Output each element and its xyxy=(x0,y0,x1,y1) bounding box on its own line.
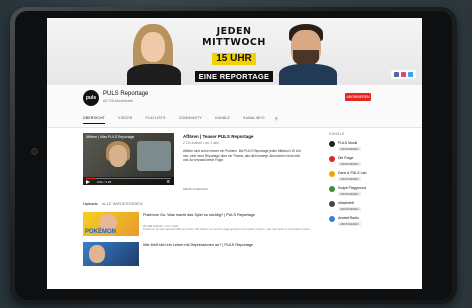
featured-video-player[interactable]: Affären | Was PULS Reportage 0:01 / 1:23… xyxy=(83,133,174,185)
sidebar-subscribe-button[interactable]: ABONNIEREN xyxy=(338,222,361,226)
sidebar-channel[interactable]: Anstalt Radio ABONNIEREN xyxy=(329,215,399,230)
host-woman-face xyxy=(141,32,165,62)
channel-avatar-icon[interactable] xyxy=(329,171,335,177)
slogan-line-3: 15 UHR xyxy=(212,53,256,65)
social-links[interactable] xyxy=(391,70,416,79)
tab-community[interactable]: COMMUNITY xyxy=(179,116,202,124)
video-overlay-title: Affären | Was PULS Reportage xyxy=(86,135,135,139)
featured-video-title[interactable]: Affären | Teaser PULS Reportage xyxy=(183,134,253,139)
channel-tabs: ÜBERSICHT VIDEOS PLAYLISTS COMMUNITY KAN… xyxy=(83,116,278,124)
list-video-title[interactable]: Pokémon Go: Was macht das Spiel so sücht… xyxy=(143,213,315,218)
featured-video-description: Affären sind schon immer ein Problem. Be… xyxy=(183,149,301,163)
featured-channels-sidebar: KANÄLE PULS Musik ABONNIEREN Die Frage A… xyxy=(329,132,399,230)
sidebar-subscribe-button[interactable]: ABONNIEREN xyxy=(338,147,361,151)
sidebar-channel-name[interactable]: Dans & PULS Lab xyxy=(338,171,366,175)
instagram-icon[interactable] xyxy=(401,72,406,77)
channel-avatar-icon[interactable] xyxy=(329,156,335,162)
camera-icon xyxy=(32,149,37,154)
list-item[interactable]: Wie fühlt sich ein Leben mit Depressione… xyxy=(83,242,315,266)
gear-icon[interactable]: ⚙ xyxy=(166,179,170,184)
list-video-title[interactable]: Wie fühlt sich ein Leben mit Depressione… xyxy=(143,243,315,248)
sidebar-channel-name[interactable]: Swipe Playground xyxy=(338,186,366,190)
twitter-icon[interactable] xyxy=(408,72,413,77)
video-thumbnail[interactable] xyxy=(83,242,139,266)
video-progress-bar[interactable] xyxy=(86,178,171,179)
list-item[interactable]: POKÉMON Pokémon Go: Was macht das Spiel … xyxy=(83,212,315,236)
slogan-line-2: MITTWOCH xyxy=(202,37,266,48)
sidebar-channel[interactable]: Dans & PULS Lab ABONNIEREN xyxy=(329,170,399,185)
sidebar-subscribe-button[interactable]: ABONNIEREN xyxy=(338,207,361,211)
sidebar-channel[interactable]: PULS Musik ABONNIEREN xyxy=(329,140,399,155)
tab-videos[interactable]: VIDEOS xyxy=(118,116,132,124)
search-icon[interactable]: ⚲ xyxy=(275,116,278,124)
channel-avatar-icon[interactable] xyxy=(329,216,335,222)
show-more-link[interactable]: MEHR ANZEIGEN xyxy=(183,187,208,191)
sidebar-channel-name[interactable]: ultraviolett xyxy=(338,201,354,205)
tab-overview[interactable]: ÜBERSICHT xyxy=(83,116,106,124)
banner-slogan: JEDEN MITTWOCH 15 UHR EINE REPORTAGE xyxy=(191,26,277,84)
thumbnail-face xyxy=(89,245,105,263)
sidebar-channel[interactable]: Die Frage ABONNIEREN xyxy=(329,155,399,170)
channel-avatar-icon[interactable] xyxy=(329,186,335,192)
play-icon[interactable] xyxy=(86,180,90,184)
sidebar-channel[interactable]: Swipe Playground ABONNIEREN xyxy=(329,185,399,200)
subscribe-button[interactable]: ABONNIEREN xyxy=(345,93,371,101)
thumbnail-text: POKÉMON xyxy=(85,229,117,235)
list-video-description: Pokémon Go hat weltweit Millionen Fans. … xyxy=(143,227,313,231)
slogan-line-4: EINE REPORTAGE xyxy=(194,71,274,82)
play-all-link[interactable]: ALLE WIEDERGEBEN xyxy=(102,201,143,206)
sidebar-subscribe-button[interactable]: ABONNIEREN xyxy=(338,162,361,166)
video-time: 0:01 / 1:23 xyxy=(97,180,112,184)
sidebar-channel[interactable]: ultraviolett ABONNIEREN xyxy=(329,200,399,215)
tab-channels[interactable]: KANÄLE xyxy=(215,116,230,124)
sidebar-channel-name[interactable]: Die Frage xyxy=(338,156,353,160)
slogan-line-1: JEDEN xyxy=(216,26,252,37)
header-divider xyxy=(47,127,422,128)
sidebar-subscribe-button[interactable]: ABONNIEREN xyxy=(338,177,361,181)
sidebar-subscribe-button[interactable]: ABONNIEREN xyxy=(338,192,361,196)
video-person-face xyxy=(109,145,127,167)
channel-banner: JEDEN MITTWOCH 15 UHR EINE REPORTAGE xyxy=(47,18,422,88)
channel-avatar-icon[interactable] xyxy=(329,201,335,207)
featured-video-meta: 2.720 Aufrufe • vor 1 Jahr xyxy=(183,141,220,145)
tablet-screen: JEDEN MITTWOCH 15 UHR EINE REPORTAGE pul… xyxy=(47,18,422,289)
sidebar-channel-name[interactable]: PULS Musik xyxy=(338,141,357,145)
uploads-label[interactable]: Uploads xyxy=(83,201,98,206)
sidebar-channel-name[interactable]: Anstalt Radio xyxy=(338,216,359,220)
tab-about[interactable]: KANALINFO xyxy=(243,116,265,124)
sidebar-title: KANÄLE xyxy=(329,132,345,136)
channel-avatar-icon[interactable] xyxy=(329,141,335,147)
facebook-icon[interactable] xyxy=(394,72,399,77)
uploads-section-title: Uploads ALLE WIEDERGEBEN xyxy=(83,201,143,206)
tab-playlists[interactable]: PLAYLISTS xyxy=(145,116,165,124)
subscriber-count: 60.726 Abonnenten xyxy=(103,99,134,103)
video-thumbnail[interactable]: POKÉMON xyxy=(83,212,139,236)
channel-name: PULS Reportage xyxy=(103,91,149,97)
channel-avatar[interactable]: puls xyxy=(83,90,99,106)
video-car-window xyxy=(137,141,171,171)
